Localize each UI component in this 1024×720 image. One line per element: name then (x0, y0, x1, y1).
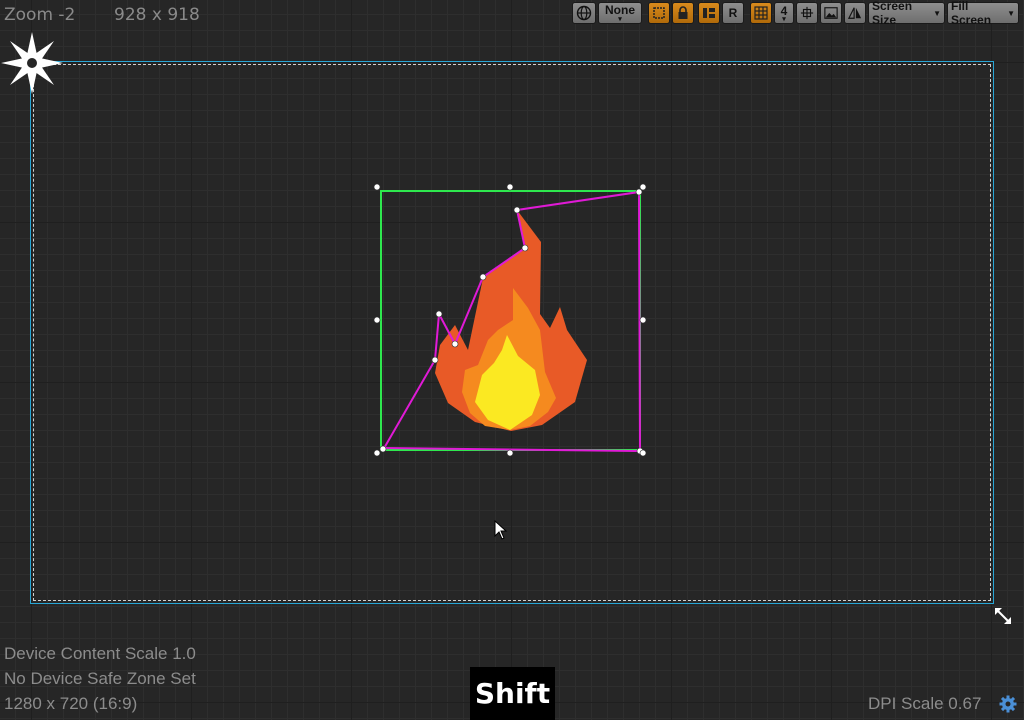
grid-icon[interactable] (750, 2, 772, 24)
resize-handle-icon[interactable] (994, 607, 1012, 625)
chevron-down-icon: ▼ (1007, 8, 1015, 18)
anchor-icon[interactable] (0, 31, 64, 95)
grid-snap-value-button[interactable]: 4 ▾ (774, 2, 794, 24)
screen-resolution-label: 1280 x 720 (16:9) (4, 694, 138, 713)
zoom-level-label: Zoom -2 (4, 5, 76, 25)
move-icon[interactable] (796, 2, 818, 24)
shift-key-overlay: Shift (470, 667, 555, 720)
gear-icon[interactable] (999, 695, 1017, 713)
fill-screen-label: Fill Screen (951, 0, 992, 27)
screen-size-label: Screen Size (872, 0, 913, 27)
flame-icon (435, 210, 587, 431)
transform-icon[interactable] (648, 2, 670, 24)
chevron-down-icon: ▾ (782, 16, 786, 23)
flame-image-widget[interactable] (370, 180, 650, 460)
layout-icon[interactable] (698, 2, 720, 24)
chevron-down-icon: ▼ (933, 8, 941, 18)
image-icon[interactable] (820, 2, 842, 24)
mirror-icon[interactable] (844, 2, 866, 24)
respect-locks-label: R (728, 6, 738, 20)
fill-screen-dropdown[interactable]: Fill Screen ▼ (947, 0, 1019, 27)
dpi-scale-label: DPI Scale 0.67 (868, 694, 982, 713)
preview-mode-dropdown[interactable]: None ▾ (598, 2, 642, 24)
globe-icon[interactable] (572, 2, 596, 24)
chevron-down-icon: ▾ (618, 16, 622, 23)
mouse-cursor-icon (494, 520, 508, 540)
widget-resolution-label: 928 x 918 (114, 5, 200, 25)
safe-zone-label: No Device Safe Zone Set (4, 669, 196, 688)
screen-size-dropdown[interactable]: Screen Size ▼ (868, 0, 945, 27)
device-content-scale-label: Device Content Scale 1.0 (4, 644, 196, 663)
lock-icon[interactable] (672, 2, 694, 24)
respect-locks-button[interactable]: R (722, 2, 744, 24)
